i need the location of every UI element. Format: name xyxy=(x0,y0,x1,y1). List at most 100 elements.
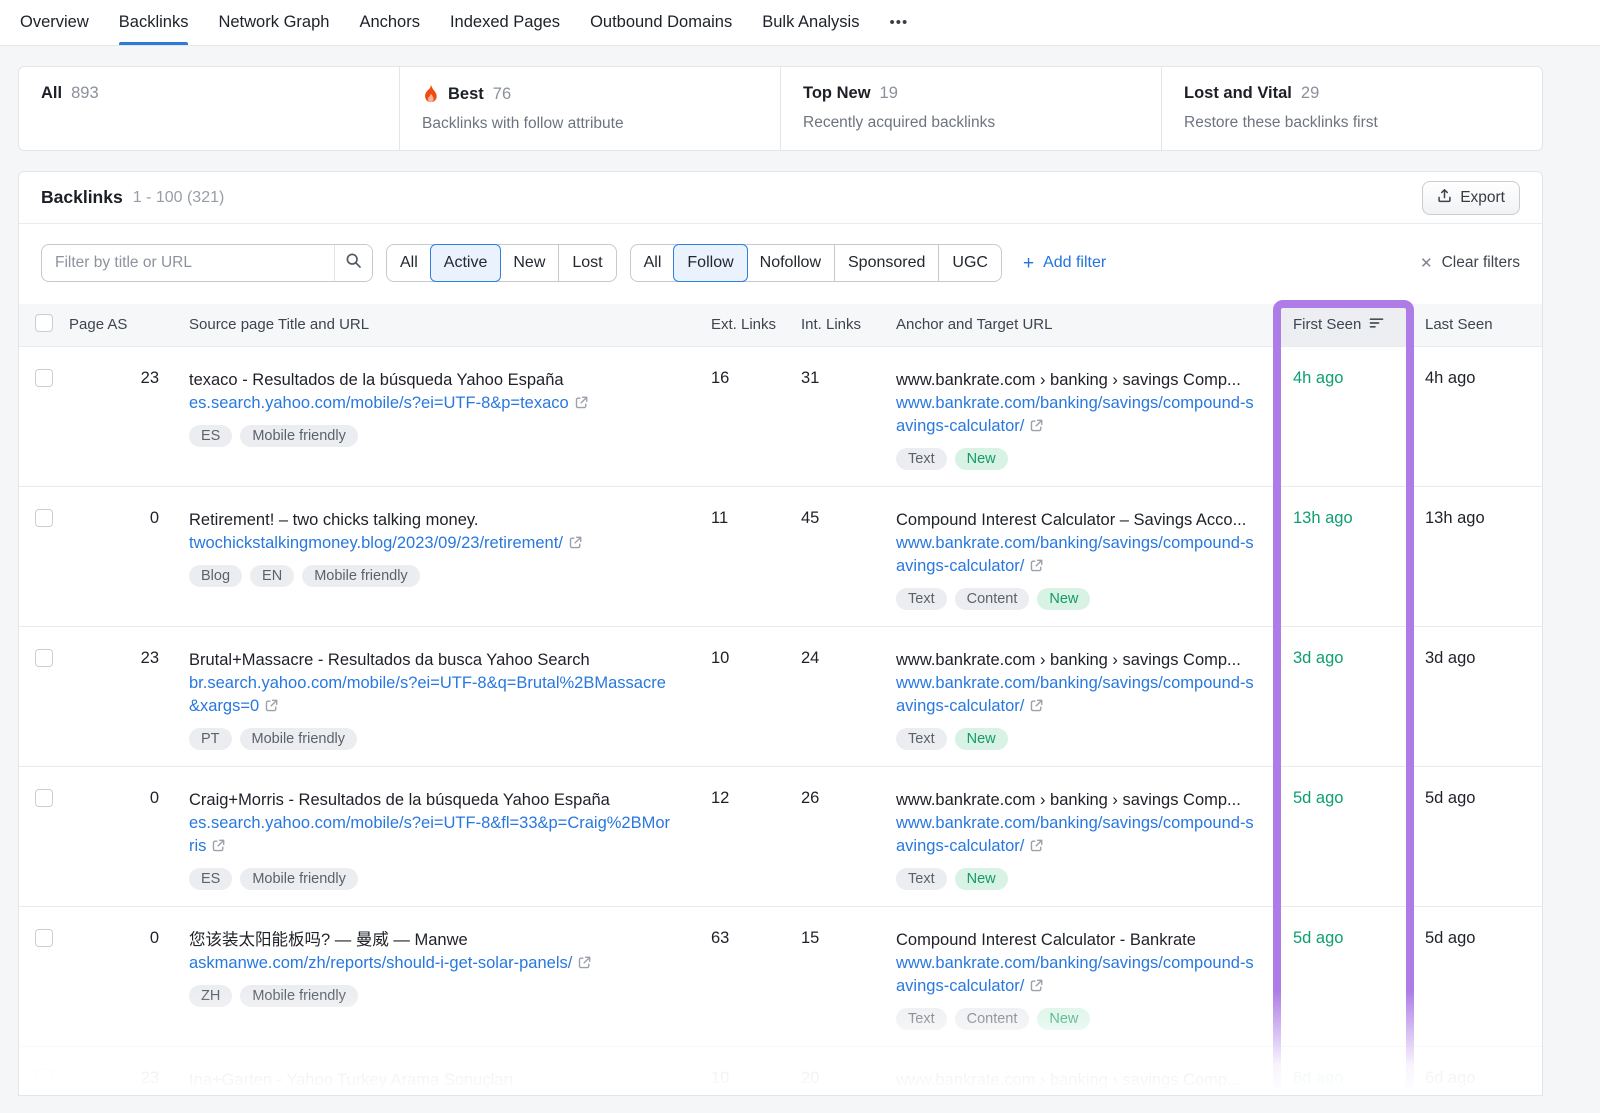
summary-card-best[interactable]: Best76Backlinks with follow attribute xyxy=(399,67,780,150)
page-as-value: 23 xyxy=(69,346,163,486)
badge-text: Text xyxy=(896,1008,947,1030)
table-body: 23 texaco - Resultados de la búsqueda Yah… xyxy=(19,346,1542,1096)
tab-backlinks[interactable]: Backlinks xyxy=(119,0,189,45)
link-badges: TextNew xyxy=(896,728,1261,750)
external-link-icon xyxy=(578,953,591,976)
card-subtitle: Restore these backlinks first xyxy=(1184,114,1520,132)
badge-text: Text xyxy=(896,448,947,470)
column-header-label: First Seen xyxy=(1293,316,1413,333)
panel-title: Backlinks xyxy=(41,187,123,208)
card-count: 29 xyxy=(1301,84,1319,103)
target-url-link[interactable]: www.bankrate.com/banking/savings/compoun… xyxy=(896,532,1261,579)
filter-option-lost[interactable]: Lost xyxy=(558,245,615,281)
anchor-text: www.bankrate.com › banking › savings Com… xyxy=(896,369,1261,392)
table-row: 23 texaco - Resultados de la búsqueda Yah… xyxy=(19,346,1542,486)
last-seen-value: 5d ago xyxy=(1413,766,1542,906)
target-url-link[interactable]: www.bankrate.com/banking/savings/compoun… xyxy=(896,812,1261,859)
row-checkbox[interactable] xyxy=(35,509,53,527)
first-seen-value: 4h ago xyxy=(1273,346,1413,486)
filter-option-new[interactable]: New xyxy=(500,245,558,281)
summary-card-top-new[interactable]: Top New19Recently acquired backlinks xyxy=(780,67,1161,150)
select-all-header xyxy=(19,304,69,346)
card-count: 893 xyxy=(71,84,99,103)
card-count: 19 xyxy=(880,84,898,103)
tab-outbound-domains[interactable]: Outbound Domains xyxy=(590,0,732,45)
target-url-link[interactable]: www.bankrate.com/banking/savings/compoun… xyxy=(896,672,1261,719)
anchor-text: www.bankrate.com › banking › savings Com… xyxy=(896,789,1261,812)
external-link-icon xyxy=(1030,836,1043,859)
export-button[interactable]: Export xyxy=(1422,181,1520,215)
row-select-cell xyxy=(19,1046,69,1096)
table-row: 23Brutal+Massacre - Resultados da busca … xyxy=(19,626,1542,766)
filter-option-follow[interactable]: Follow xyxy=(673,244,747,282)
int-links-value: 15 xyxy=(791,906,878,1046)
source-url-link[interactable]: es.search.yahoo.com/mobile/s?ei=UTF-8&fl… xyxy=(189,812,675,859)
follow-filter-group: AllFollowNofollowSponsoredUGC xyxy=(630,244,1002,282)
search-input[interactable] xyxy=(41,244,373,282)
badge-content: Content xyxy=(955,1008,1030,1030)
row-checkbox[interactable] xyxy=(35,1069,53,1087)
column-header-label: Source page Title and URL xyxy=(189,316,675,333)
target-url-link[interactable]: www.bankrate.com/banking/savings/compoun… xyxy=(896,1092,1261,1097)
summary-card-all[interactable]: All 893 xyxy=(19,67,399,150)
column-header-label: Page AS xyxy=(69,316,159,333)
page-background: All 893 Best76Backlinks with follow attrib… xyxy=(0,46,1600,1113)
link-badges: TextNew xyxy=(896,448,1261,470)
column-header-anchor-and-target-url: Anchor and Target URL xyxy=(878,304,1273,346)
filter-option-ugc[interactable]: UGC xyxy=(938,245,1001,281)
select-all-checkbox[interactable] xyxy=(35,314,53,332)
filter-option-active[interactable]: Active xyxy=(430,244,502,282)
source-url-link[interactable]: tr.search.yahoo.com/mobile/s?b=36&ei=UTF… xyxy=(189,1092,675,1097)
first-seen-value: 3d ago xyxy=(1273,626,1413,766)
badge-content: Content xyxy=(955,588,1030,610)
int-links-value: 26 xyxy=(791,766,878,906)
card-title-row: All 893 xyxy=(41,84,377,103)
source-cell: 您该装太阳能板吗? — 曼威 — Manweaskmanwe.com/zh/re… xyxy=(163,906,689,1046)
source-url-link[interactable]: askmanwe.com/zh/reports/should-i-get-sol… xyxy=(189,952,675,976)
summary-card-lost-and-vital[interactable]: Lost and Vital29Restore these backlinks … xyxy=(1161,67,1542,150)
filter-option-nofollow[interactable]: Nofollow xyxy=(747,245,834,281)
external-link-icon xyxy=(575,393,588,416)
row-select-cell xyxy=(19,626,69,766)
clear-filters-button[interactable]: ✕ Clear filters xyxy=(1420,254,1520,272)
flame-icon xyxy=(422,84,439,104)
row-checkbox[interactable] xyxy=(35,369,53,387)
source-page-title: Craig+Morris - Resultados de la búsqueda… xyxy=(189,789,675,812)
source-url-link[interactable]: es.search.yahoo.com/mobile/s?ei=UTF-8&p=… xyxy=(189,392,675,416)
column-header-page-as: Page AS xyxy=(69,304,163,346)
last-seen-value: 3d ago xyxy=(1413,626,1542,766)
add-filter-button[interactable]: + Add filter xyxy=(1023,254,1106,273)
tab-overview[interactable]: Overview xyxy=(20,0,89,45)
card-title: All xyxy=(41,84,62,103)
source-url-link[interactable]: twochickstalkingmoney.blog/2023/09/23/re… xyxy=(189,532,675,556)
filter-option-all[interactable]: All xyxy=(631,245,675,281)
tab-network-graph[interactable]: Network Graph xyxy=(218,0,329,45)
tab-anchors[interactable]: Anchors xyxy=(359,0,420,45)
target-url-link[interactable]: www.bankrate.com/banking/savings/compoun… xyxy=(896,392,1261,439)
ext-links-value: 11 xyxy=(689,486,791,626)
target-url-link[interactable]: www.bankrate.com/banking/savings/compoun… xyxy=(896,952,1261,999)
card-subtitle: Recently acquired backlinks xyxy=(803,114,1139,132)
tab-bulk-analysis[interactable]: Bulk Analysis xyxy=(762,0,859,45)
last-seen-value: 13h ago xyxy=(1413,486,1542,626)
search-button[interactable] xyxy=(334,245,372,281)
column-header-int-links: Int. Links xyxy=(791,304,878,346)
badge-new: New xyxy=(1037,588,1090,610)
tag-pt: PT xyxy=(189,728,232,750)
filter-option-sponsored[interactable]: Sponsored xyxy=(834,245,938,281)
tag-mobile-friendly: Mobile friendly xyxy=(240,425,358,447)
filter-option-all[interactable]: All xyxy=(387,245,431,281)
row-checkbox[interactable] xyxy=(35,649,53,667)
anchor-cell: www.bankrate.com › banking › savings Com… xyxy=(878,626,1273,766)
more-tabs-button[interactable]: ••• xyxy=(889,0,908,45)
row-checkbox[interactable] xyxy=(35,929,53,947)
row-checkbox[interactable] xyxy=(35,789,53,807)
source-url-link[interactable]: br.search.yahoo.com/mobile/s?ei=UTF-8&q=… xyxy=(189,672,675,719)
external-link-icon xyxy=(1030,976,1043,999)
column-header-first-seen[interactable]: First Seen xyxy=(1273,304,1413,346)
source-page-title: texaco - Resultados de la búsqueda Yahoo… xyxy=(189,369,675,392)
anchor-text: www.bankrate.com › banking › savings Com… xyxy=(896,1069,1261,1092)
anchor-cell: www.bankrate.com › banking › savings Com… xyxy=(878,346,1273,486)
badge-text: Text xyxy=(896,728,947,750)
tab-indexed-pages[interactable]: Indexed Pages xyxy=(450,0,560,45)
